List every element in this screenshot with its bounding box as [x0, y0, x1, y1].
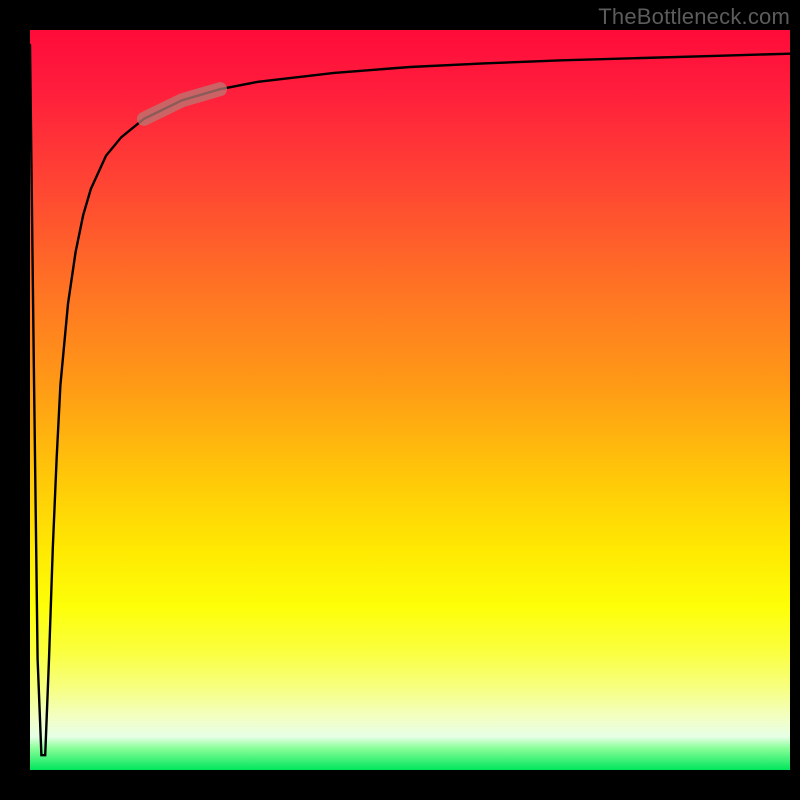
chart-frame: TheBottleneck.com [0, 0, 800, 800]
highlight-segment [144, 89, 220, 119]
curve-svg [30, 30, 790, 770]
plot-area [30, 30, 790, 770]
attribution-text: TheBottleneck.com [598, 4, 790, 30]
bottleneck-curve [30, 45, 790, 755]
